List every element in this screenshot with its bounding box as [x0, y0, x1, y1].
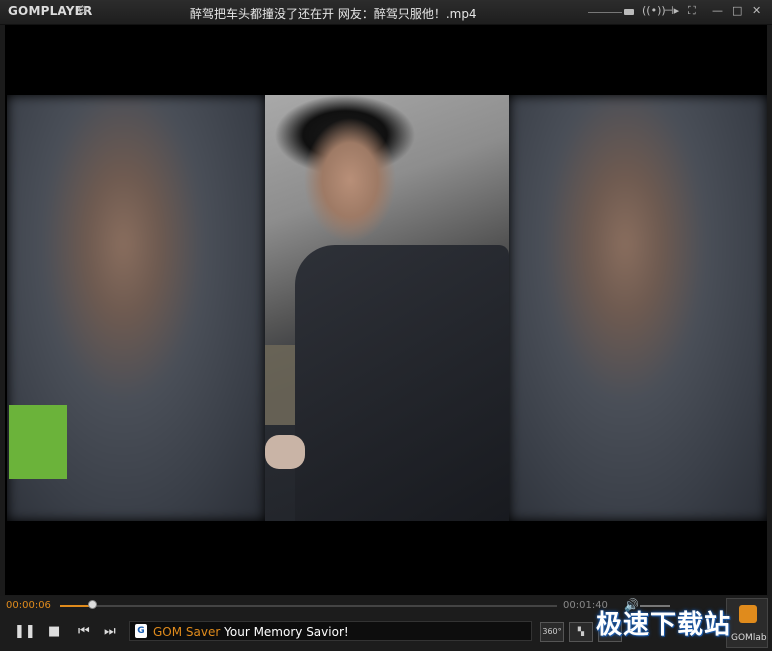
- watermark: 极速下载站: [596, 610, 732, 640]
- gomlab-label: GOMlab: [731, 633, 767, 643]
- current-time: 00:00:06: [6, 600, 51, 611]
- green-overlay-box: [9, 405, 67, 479]
- pause-button[interactable]: ❚❚: [14, 624, 36, 639]
- gom-saver-banner[interactable]: G GOM Saver Your Memory Savior!: [129, 621, 532, 641]
- banner-brand: GOM Saver: [153, 625, 221, 639]
- seek-handle[interactable]: [88, 600, 97, 609]
- seek-bar[interactable]: [60, 605, 557, 607]
- maximize-button[interactable]: □: [732, 4, 742, 17]
- fullscreen-icon[interactable]: ⛶: [688, 4, 696, 18]
- title-bar: GOMPLAYER ⚙ 醉驾把车头都撞没了还在开 网友：醉驾只服他！.mp4 (…: [0, 0, 772, 25]
- previous-button[interactable]: ⏮: [78, 624, 90, 639]
- minimize-button[interactable]: —: [712, 4, 723, 17]
- next-button[interactable]: ⏭: [104, 624, 116, 639]
- skip-icon[interactable]: ⊣▸: [664, 4, 679, 17]
- equalizer-icon[interactable]: ▚: [569, 622, 593, 642]
- titlebar-volume-knob[interactable]: [624, 9, 634, 15]
- gom-saver-icon: G: [135, 624, 147, 638]
- titlebar-volume-track[interactable]: [588, 12, 622, 13]
- banner-text: GOM Saver Your Memory Savior!: [153, 625, 349, 639]
- blurred-right-panel: [509, 95, 767, 521]
- center-video-image: [265, 95, 509, 521]
- 360-button[interactable]: 360°: [540, 622, 564, 642]
- gomlab-icon: [739, 605, 757, 623]
- banner-tagline: Your Memory Savior!: [224, 625, 349, 639]
- gear-icon[interactable]: ⚙: [77, 3, 88, 17]
- man-hand: [265, 435, 305, 469]
- window-title: 醉驾把车头都撞没了还在开 网友：醉驾只服他！.mp4: [190, 7, 477, 21]
- man-coat: [295, 245, 509, 521]
- video-area[interactable]: [5, 25, 767, 595]
- video-frame: [7, 95, 767, 521]
- stop-button[interactable]: ■: [48, 624, 60, 639]
- gomlab-button[interactable]: GOMlab: [726, 598, 768, 648]
- speaker-icon[interactable]: ((•)): [642, 4, 666, 17]
- close-button[interactable]: ✕: [752, 4, 761, 17]
